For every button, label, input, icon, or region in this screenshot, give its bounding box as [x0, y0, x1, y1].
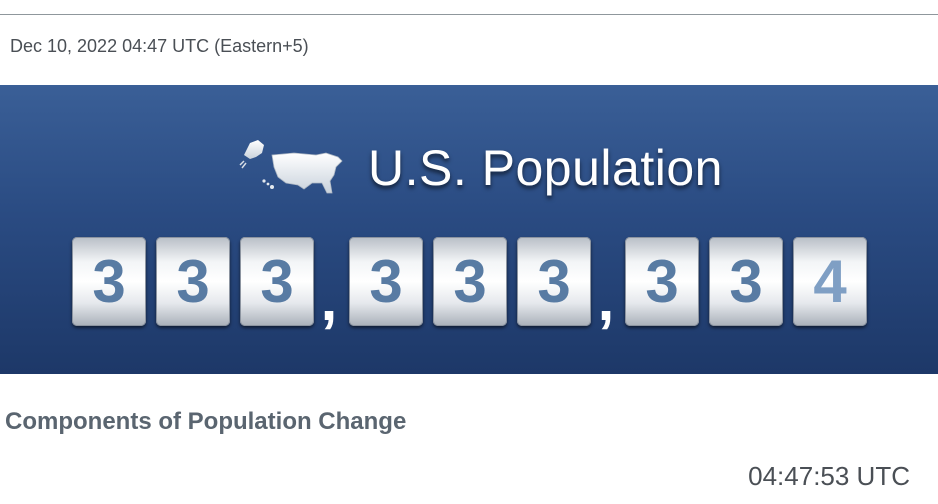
us-map-icon: [239, 140, 343, 194]
population-banner: U.S. Population 3 3 3 , 3 3 3 , 3 3 4: [0, 85, 938, 374]
counter-digit: 3: [709, 237, 783, 326]
thousands-separator: ,: [320, 266, 338, 333]
components-heading: Components of Population Change: [5, 408, 407, 435]
counter-digit: 3: [625, 237, 699, 326]
counter-digit: 3: [349, 237, 423, 326]
counter-digit: 3: [517, 237, 591, 326]
counter-digit: 3: [433, 237, 507, 326]
thousands-separator: ,: [597, 266, 615, 333]
utc-clock: 04:47:53 UTC: [748, 461, 910, 491]
counter-digit: 3: [240, 237, 314, 326]
counter-digit: 3: [156, 237, 230, 326]
page-title: U.S. Population: [368, 140, 723, 196]
counter-digit: 3: [72, 237, 146, 326]
page-timestamp: Dec 10, 2022 04:47 UTC (Eastern+5): [10, 36, 309, 56]
top-divider: [0, 14, 938, 15]
counter-digit: 4: [793, 237, 867, 326]
